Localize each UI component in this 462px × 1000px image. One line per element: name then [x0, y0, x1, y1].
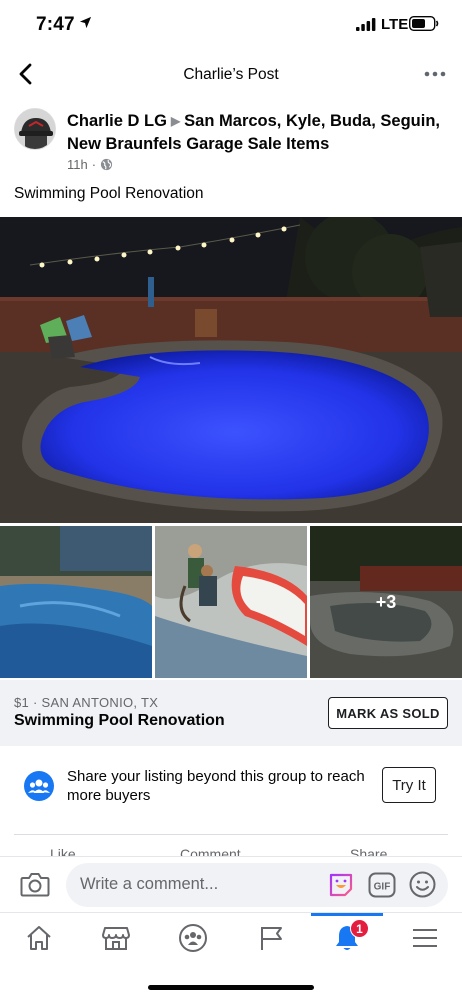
thumbnail-photo[interactable]: [155, 526, 307, 678]
listing-info: $1 · SAN ANTONIO, TX Swimming Pool Renov…: [0, 680, 462, 746]
post-header: Charlie D LG ▶ San Marcos, Kyle, Buda, Seg…: [67, 110, 447, 156]
tab-bar: 1: [0, 912, 462, 964]
mark-as-sold-button[interactable]: MARK AS SOLD: [328, 697, 448, 729]
main-photo[interactable]: [0, 217, 462, 523]
network-type: LTE: [381, 16, 409, 33]
try-it-button[interactable]: Try It: [382, 767, 436, 803]
signal-icon: [356, 18, 376, 31]
thumbnail-photo[interactable]: [0, 526, 152, 678]
battery-icon: [409, 16, 439, 31]
location-arrow-icon: [79, 16, 92, 29]
marketplace-icon[interactable]: [101, 923, 131, 953]
comment-button[interactable]: Comment: [180, 846, 241, 856]
thumbnail-more-photos[interactable]: +3: [310, 526, 462, 678]
groups-icon[interactable]: [178, 923, 208, 953]
page-title: Charlie’s Post: [183, 66, 279, 83]
share-listing-prompt: Share your listing beyond this group to …: [0, 755, 462, 819]
sticker-icon[interactable]: [327, 871, 355, 899]
nav-header: Charlie’s Post: [0, 50, 462, 100]
notifications-badge: 1: [350, 919, 369, 938]
like-button[interactable]: Like: [50, 846, 76, 856]
status-bar: 7:47 LTE: [0, 0, 462, 50]
photo-thumbnails: +3: [0, 526, 462, 678]
gif-icon[interactable]: GIF: [368, 872, 396, 898]
more-photos-count: +3: [310, 526, 462, 678]
group-icon: [24, 771, 54, 801]
camera-icon[interactable]: [20, 870, 50, 898]
avatar[interactable]: [14, 108, 56, 150]
menu-icon[interactable]: [410, 923, 440, 953]
meta-separator: ·: [91, 157, 97, 172]
comment-placeholder: Write a comment...: [80, 875, 219, 893]
globe-icon: [101, 158, 113, 171]
emoji-icon[interactable]: [409, 871, 436, 898]
comment-bar: Write a comment... GIF: [0, 856, 462, 912]
listing-price-location: $1 · SAN ANTONIO, TX: [14, 695, 159, 710]
post-time[interactable]: 11h: [67, 157, 88, 172]
post-actions: Like Comment Share: [0, 846, 462, 856]
share-button[interactable]: Share: [350, 846, 387, 856]
active-tab-indicator: [311, 913, 383, 916]
pages-flag-icon[interactable]: [257, 923, 287, 953]
gif-label: GIF: [374, 882, 391, 893]
arrow-right-icon: ▶: [170, 114, 181, 128]
status-time: 7:47: [36, 14, 75, 35]
post-text: Swimming Pool Renovation: [14, 185, 204, 202]
listing-title: Swimming Pool Renovation: [14, 712, 225, 729]
divider: [14, 834, 448, 835]
more-icon[interactable]: [424, 70, 446, 78]
post-meta: 11h ·: [67, 157, 113, 172]
author-name[interactable]: Charlie D LG: [67, 112, 167, 130]
share-prompt-text: Share your listing beyond this group to …: [67, 768, 365, 804]
home-indicator: [148, 985, 314, 990]
home-icon[interactable]: [24, 923, 54, 953]
